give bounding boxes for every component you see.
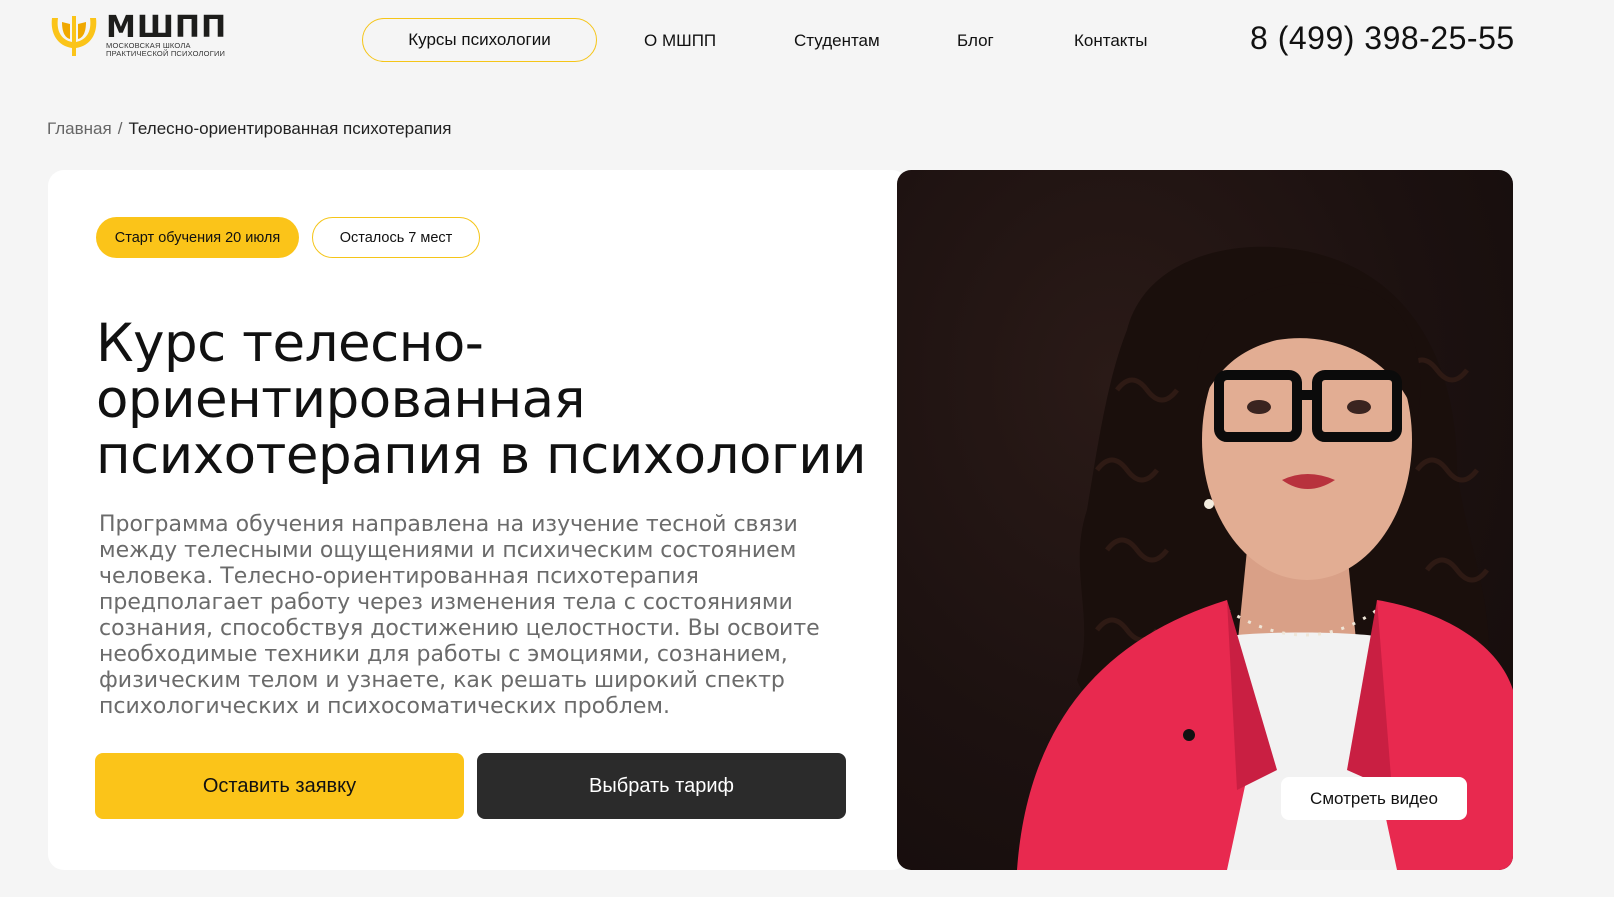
logo[interactable]: МШПП Московская школа практической психо… — [46, 12, 227, 60]
page-title: Курс телесно- ориентированная психотерап… — [96, 316, 896, 484]
watch-video-button[interactable]: Смотреть видео — [1281, 777, 1467, 820]
nav-blog[interactable]: Блог — [957, 31, 994, 51]
title-line-2: ориентированная — [96, 369, 586, 430]
nav-courses[interactable]: Курсы психологии — [362, 18, 597, 62]
title-line-3: психотерапия в психологии — [96, 425, 867, 486]
logo-psi-icon — [51, 16, 97, 56]
start-date-badge: Старт обучения 20 июля — [96, 217, 299, 258]
apply-button[interactable]: Оставить заявку — [95, 753, 464, 819]
breadcrumb-home[interactable]: Главная — [47, 119, 112, 139]
site-header: МШПП Московская школа практической психо… — [0, 0, 1568, 80]
choose-tariff-button[interactable]: Выбрать тариф — [477, 753, 846, 819]
title-line-1: Курс телесно- — [96, 313, 484, 374]
nav-about[interactable]: О МШПП — [644, 31, 716, 51]
seats-left-badge: Осталось 7 мест — [312, 217, 480, 258]
video-preview[interactable]: Смотреть видео — [897, 170, 1513, 870]
hero-card: Старт обучения 20 июля Осталось 7 мест К… — [48, 170, 908, 870]
nav-contacts[interactable]: Контакты — [1074, 31, 1147, 51]
course-description: Программа обучения направлена на изучени… — [99, 512, 820, 719]
phone-number[interactable]: 8 (499) 398-25-55 — [1250, 20, 1515, 57]
breadcrumb: Главная / Телесно-ориентированная психот… — [47, 119, 452, 139]
breadcrumb-separator: / — [117, 119, 123, 138]
instructor-illustration — [1017, 246, 1513, 870]
brand-name: МШПП — [106, 10, 228, 45]
nav-students[interactable]: Студентам — [794, 31, 880, 51]
breadcrumb-current: Телесно-ориентированная психотерапия — [128, 119, 452, 138]
brand-subtitle-2: практической психологии — [106, 49, 226, 58]
